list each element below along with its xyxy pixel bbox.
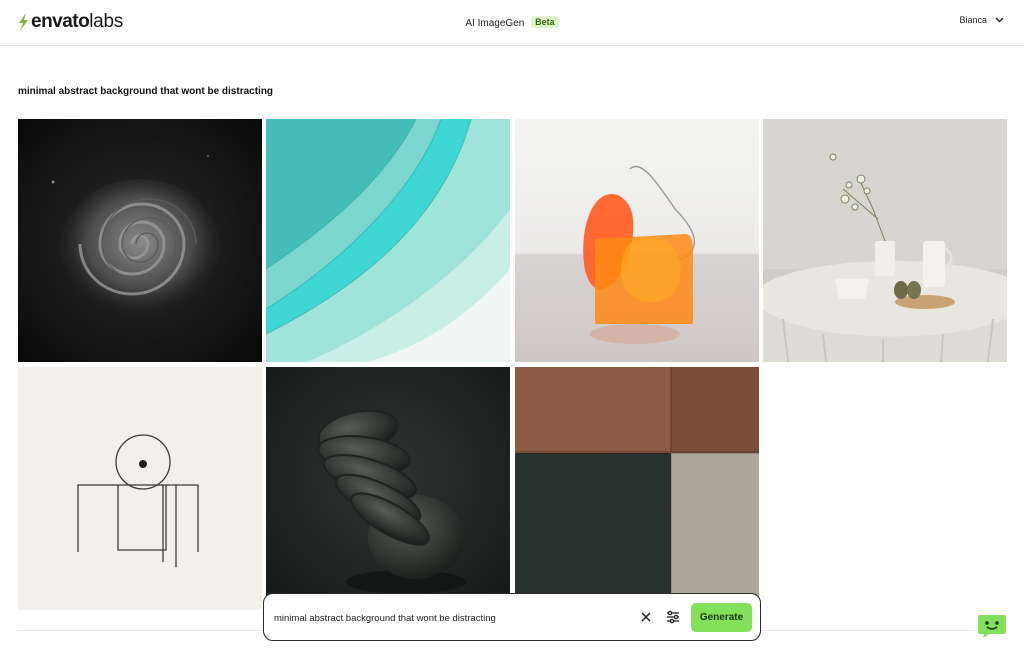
color-block-panels-image <box>515 367 759 610</box>
line-art-figure-image <box>18 367 262 610</box>
orange-glass-shapes-image <box>515 119 759 362</box>
results-grid <box>18 119 1007 611</box>
result-image-5[interactable] <box>18 367 262 610</box>
result-image-2[interactable] <box>266 119 510 362</box>
top-header: envato labs AI ImageGen Beta Bianca <box>0 0 1024 46</box>
result-image-3[interactable] <box>515 119 759 362</box>
settings-sliders-icon[interactable] <box>664 608 682 626</box>
user-menu[interactable]: Bianca <box>959 15 1004 25</box>
chevron-down-icon <box>995 17 1004 23</box>
result-image-7[interactable] <box>515 367 759 610</box>
prompt-bar: Generate <box>263 593 761 641</box>
teal-waves-image <box>266 119 510 362</box>
dark-sculpture-image <box>266 367 510 610</box>
app-title: AI ImageGen Beta <box>0 16 1024 29</box>
beta-badge: Beta <box>531 16 559 28</box>
dark-spiral-image <box>18 119 262 362</box>
table-still-life-image <box>763 119 1007 362</box>
prompt-heading: minimal abstract background that wont be… <box>18 86 274 97</box>
user-name: Bianca <box>959 15 987 25</box>
close-icon[interactable] <box>638 609 654 625</box>
generate-button[interactable]: Generate <box>691 603 752 632</box>
result-image-6[interactable] <box>266 367 510 610</box>
app-name: AI ImageGen <box>465 18 525 29</box>
result-image-4[interactable] <box>763 119 1007 362</box>
prompt-input[interactable] <box>274 608 629 628</box>
chat-bot-icon[interactable] <box>977 612 1007 639</box>
result-image-1[interactable] <box>18 119 262 362</box>
